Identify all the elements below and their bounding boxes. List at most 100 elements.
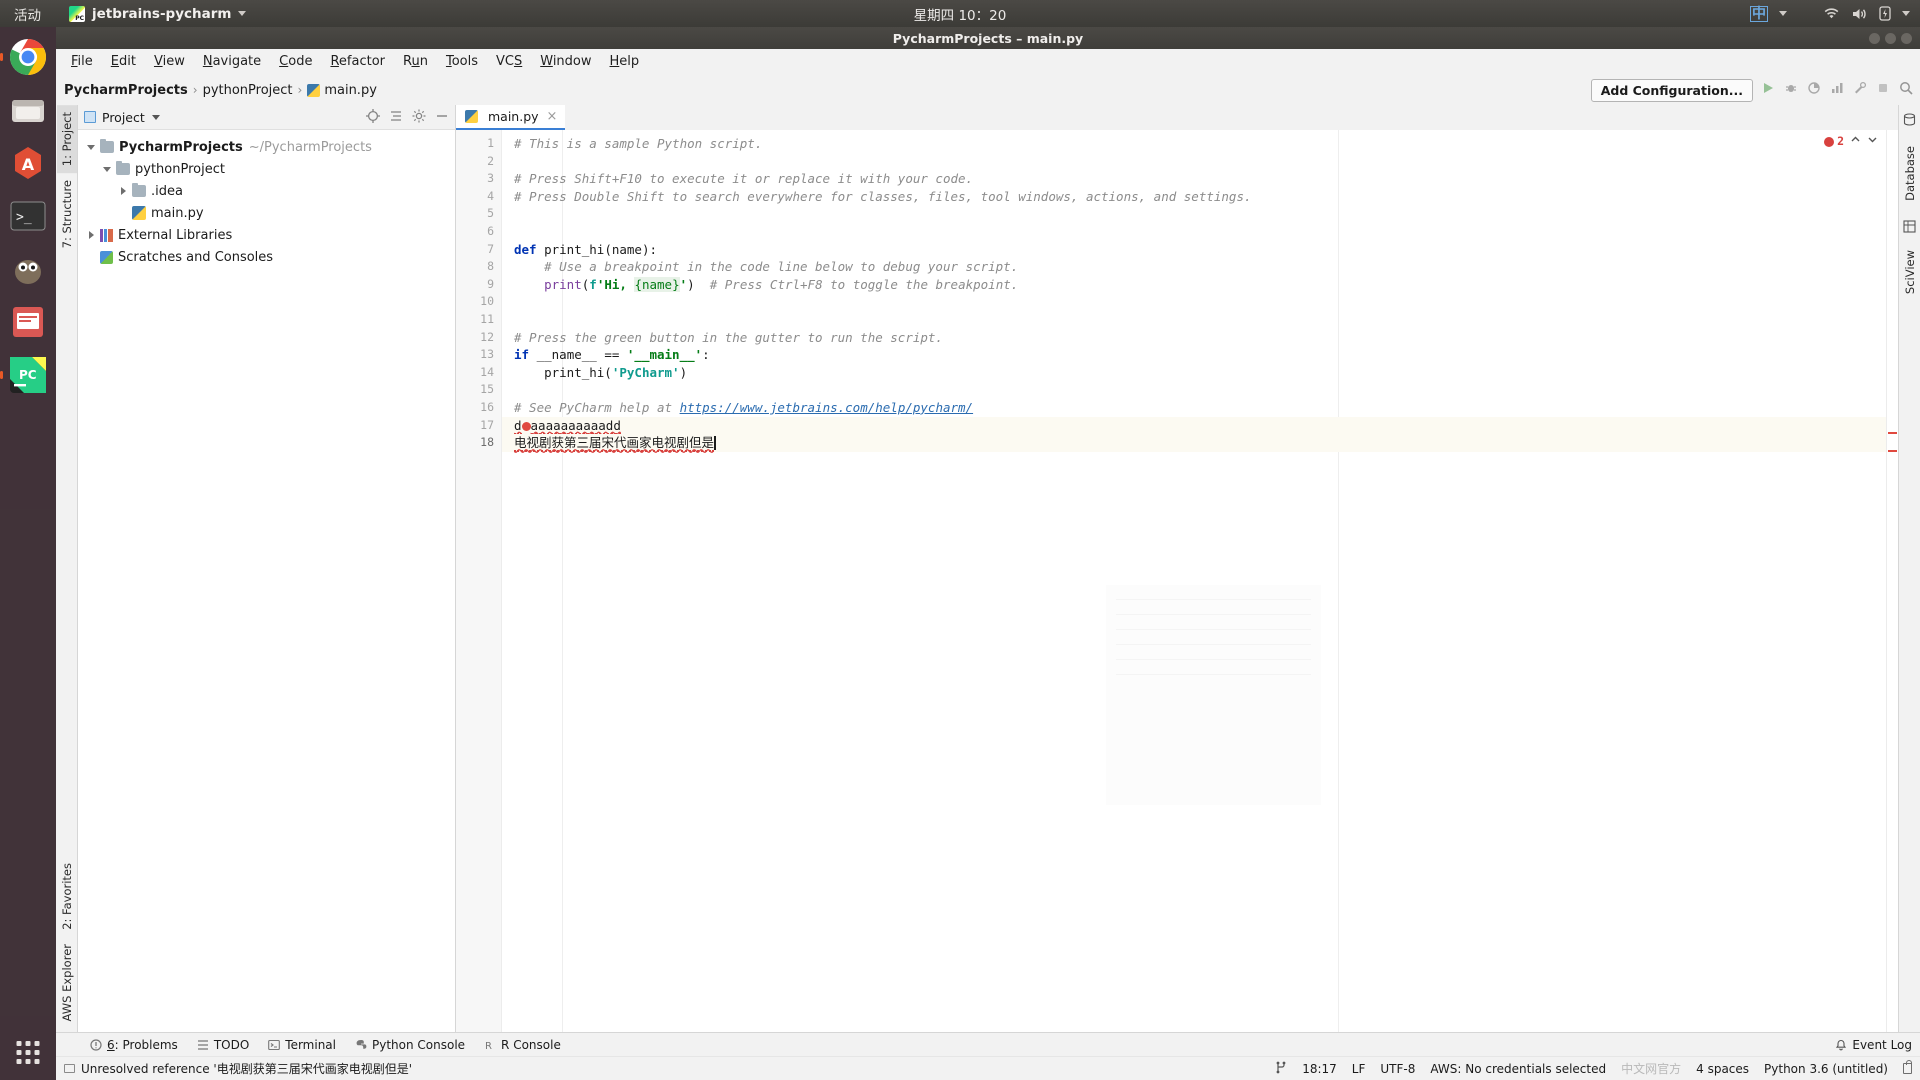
comment-token: # Press Shift+F10 to execute it or repla…	[514, 171, 974, 187]
collapse-all-icon[interactable]	[389, 109, 403, 126]
tool-window-terminal[interactable]: Terminal	[260, 1036, 344, 1054]
coverage-icon[interactable]	[1806, 80, 1822, 100]
tray-chevron-down-icon[interactable]	[1902, 11, 1910, 16]
clock[interactable]: 星期四 10：20	[0, 4, 1920, 24]
tree-item-idea[interactable]: .idea	[78, 180, 455, 202]
error-mark[interactable]	[1888, 432, 1897, 434]
status-watermark: 中文网官方	[1621, 1062, 1682, 1076]
add-configuration-button[interactable]: Add Configuration...	[1590, 78, 1753, 102]
settings-icon[interactable]	[412, 109, 426, 126]
tree-item-pycharmprojects[interactable]: PycharmProjects ~/PycharmProjects	[78, 136, 455, 158]
maximize-button[interactable]	[1885, 32, 1896, 44]
volume-icon[interactable]	[1851, 7, 1868, 21]
menu-window[interactable]: Window	[531, 51, 600, 72]
chevron-down-icon[interactable]	[102, 164, 113, 175]
left-stripe-bottom: 2: Favorites AWS Explorer	[57, 856, 77, 1028]
sidebar-item-project[interactable]: 1: Project	[56, 105, 77, 174]
breadcrumb-project[interactable]: pythonProject	[203, 83, 293, 98]
ime-indicator[interactable]: 中	[1750, 5, 1768, 22]
tree-item-scratches-and-consoles[interactable]: Scratches and Consoles	[78, 246, 455, 268]
menu-run[interactable]: Run	[394, 51, 437, 72]
sciview-stripe-icon[interactable]	[1903, 218, 1916, 237]
ime-chevron-down-icon[interactable]	[1779, 11, 1787, 16]
battery-icon[interactable]	[1879, 6, 1891, 21]
editor-gutter[interactable]: 1 2 3 4 5 6 7 8 9 10 11 12 13 14 15 16 1	[456, 130, 502, 1032]
breadcrumb-file[interactable]: main.py	[307, 83, 377, 98]
tab-main-py[interactable]: main.py ×	[456, 105, 566, 130]
url-link[interactable]: https://www.jetbrains.com/help/pycharm/	[680, 400, 974, 415]
event-log-button[interactable]: Event Log	[1835, 1038, 1912, 1052]
tool-window-todo[interactable]: TODO	[189, 1036, 257, 1054]
dock-item-software-center[interactable]: A	[6, 141, 50, 185]
show-applications-button[interactable]	[16, 1041, 40, 1064]
dock-item-terminal[interactable]: >_	[6, 194, 50, 238]
sidebar-item-database[interactable]: Database	[1900, 139, 1920, 208]
sidebar-item-structure[interactable]: 7: Structure	[57, 173, 77, 255]
menu-help[interactable]: Help	[601, 51, 649, 72]
menu-file[interactable]: File	[62, 51, 102, 72]
search-icon[interactable]	[1898, 80, 1914, 100]
run-icon[interactable]	[1760, 80, 1776, 100]
menu-tools[interactable]: Tools	[437, 51, 487, 72]
menu-view[interactable]: View	[145, 51, 194, 72]
database-stripe-icon[interactable]	[1903, 111, 1916, 130]
indent-setting[interactable]: 4 spaces	[1696, 1062, 1749, 1076]
inspection-widget[interactable]: 2	[1824, 133, 1878, 151]
tree-item-main-py[interactable]: main.py	[78, 202, 455, 224]
dock-item-gimp[interactable]	[6, 247, 50, 291]
file-encoding[interactable]: UTF-8	[1380, 1062, 1415, 1076]
message-icon	[64, 1064, 75, 1073]
chevron-up-icon[interactable]	[1850, 133, 1861, 151]
stop-icon[interactable]	[1875, 80, 1891, 100]
aws-credentials[interactable]: AWS: No credentials selected	[1430, 1062, 1606, 1076]
error-mark-strip[interactable]	[1886, 130, 1898, 1032]
close-icon[interactable]: ×	[547, 109, 558, 124]
error-mark[interactable]	[1888, 450, 1897, 452]
tree-item-pythonproject[interactable]: pythonProject	[78, 158, 455, 180]
dock-item-pycharm[interactable]: PC	[6, 353, 50, 397]
lock-icon[interactable]	[1903, 1060, 1912, 1074]
close-button[interactable]	[1901, 32, 1912, 44]
line-number: 11	[480, 311, 494, 326]
profile-icon[interactable]	[1829, 80, 1845, 100]
dock-item-libreoffice-impress[interactable]	[6, 300, 50, 344]
line-separator[interactable]: LF	[1352, 1062, 1366, 1076]
chevron-right-icon[interactable]	[118, 186, 129, 197]
menu-edit[interactable]: Edit	[102, 51, 145, 72]
svg-text:PC: PC	[19, 368, 37, 382]
chevron-down-icon[interactable]	[86, 142, 97, 153]
app-menu-button[interactable]: jetbrains-pycharm	[69, 5, 247, 22]
menu-code[interactable]: Code	[270, 51, 321, 72]
minimize-button[interactable]	[1869, 32, 1880, 44]
main-area: 1: Project 7: Structure 2: Favorites AWS…	[56, 105, 1920, 1032]
tool-window-r-console[interactable]: R R Console	[476, 1036, 569, 1054]
hide-icon[interactable]	[435, 109, 449, 126]
sidebar-item-sciview[interactable]: SciView	[1900, 243, 1920, 301]
error-count-badge[interactable]: 2	[1824, 133, 1844, 151]
chevron-down-icon[interactable]	[151, 114, 160, 120]
python-interpreter[interactable]: Python 3.6 (untitled)	[1764, 1062, 1888, 1076]
tool-window-problems[interactable]: 6: Problems	[82, 1036, 186, 1054]
dock-item-google-chrome[interactable]	[6, 35, 50, 79]
branch-icon[interactable]	[1275, 1061, 1287, 1077]
project-icon	[84, 111, 96, 123]
dock-item-files[interactable]	[6, 88, 50, 132]
menu-refactor[interactable]: Refactor	[321, 51, 394, 72]
breadcrumb-root[interactable]: PycharmProjects	[64, 83, 188, 98]
activities-button[interactable]: 活动	[14, 4, 41, 24]
tree-item-external-libraries[interactable]: External Libraries	[78, 224, 455, 246]
sidebar-item-aws-explorer[interactable]: AWS Explorer	[57, 937, 77, 1028]
bottom-tool-bar: 6: Problems TODO Terminal Python Console…	[56, 1032, 1920, 1056]
menu-navigate[interactable]: Navigate	[194, 51, 270, 72]
sidebar-item-favorites[interactable]: 2: Favorites	[57, 856, 77, 937]
build-icon[interactable]	[1852, 80, 1868, 100]
code-content[interactable]: # This is a sample Python script. # Pres…	[502, 130, 1886, 1032]
menu-vcs[interactable]: VCS	[487, 51, 531, 72]
chevron-right-icon[interactable]	[86, 230, 97, 241]
caret-position[interactable]: 18:17	[1302, 1062, 1337, 1076]
debug-icon[interactable]	[1783, 80, 1799, 100]
chevron-down-icon[interactable]	[1867, 133, 1878, 151]
tool-window-python-console[interactable]: Python Console	[347, 1036, 473, 1054]
target-icon[interactable]	[366, 108, 380, 126]
wifi-icon[interactable]	[1823, 7, 1840, 20]
